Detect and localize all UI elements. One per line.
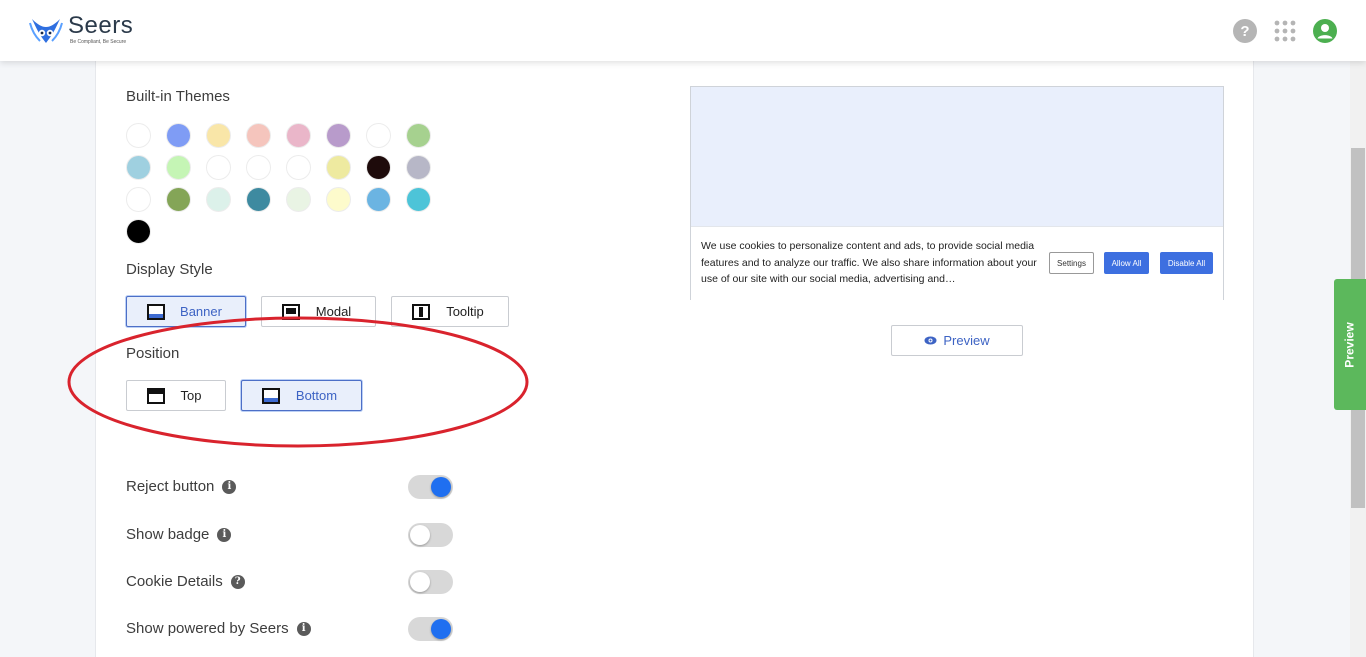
tooltip-option-label: Tooltip (446, 304, 484, 319)
position-top-button[interactable]: Top (126, 380, 226, 411)
theme-swatch[interactable] (406, 123, 431, 148)
side-preview-tab-label: Preview (1343, 321, 1357, 368)
theme-swatch[interactable] (206, 155, 231, 180)
toggle-knob (410, 572, 430, 592)
display-style-tooltip-button[interactable]: Tooltip (391, 296, 509, 327)
theme-swatch[interactable] (166, 187, 191, 212)
theme-swatch[interactable] (286, 187, 311, 212)
show-powered-by-text: Show powered by Seers (126, 620, 289, 637)
seers-logo[interactable]: Seers Be Compliant, Be Secure (28, 13, 133, 49)
display-style-banner-button[interactable]: Banner (126, 296, 246, 327)
info-icon[interactable]: i (217, 527, 232, 542)
reject-button-toggle[interactable] (408, 475, 453, 499)
theme-swatch[interactable] (206, 187, 231, 212)
theme-swatch[interactable] (326, 187, 351, 212)
theme-swatch[interactable] (206, 123, 231, 148)
banner-preview-frame: We use cookies to personalize content an… (690, 86, 1224, 300)
theme-swatch[interactable] (366, 187, 391, 212)
reject-button-text: Reject button (126, 478, 215, 495)
reject-button-label: Reject button i (126, 478, 237, 495)
theme-swatch[interactable] (246, 123, 271, 148)
top-option-label: Top (180, 388, 202, 403)
theme-swatch[interactable] (166, 123, 191, 148)
banner-settings-button[interactable]: Settings (1049, 252, 1094, 274)
theme-swatch[interactable] (246, 155, 271, 180)
theme-swatch[interactable] (126, 155, 151, 180)
display-style-modal-button[interactable]: Modal (261, 296, 376, 327)
toggle-knob (410, 525, 430, 545)
info-icon[interactable]: i (296, 621, 311, 636)
help-icon[interactable]: ? (230, 574, 245, 589)
preview-button[interactable]: Preview (891, 325, 1023, 356)
show-powered-by-label: Show powered by Seers i (126, 620, 311, 637)
brand-name: Seers (68, 12, 134, 39)
toggle-knob (431, 477, 451, 497)
theme-swatch[interactable] (286, 155, 311, 180)
show-badge-toggle[interactable] (408, 523, 453, 547)
built-in-themes-label: Built-in Themes (126, 88, 230, 105)
toggle-knob (431, 619, 451, 639)
preview-button-label: Preview (943, 333, 990, 348)
show-badge-label: Show badge i (126, 526, 232, 543)
show-badge-text: Show badge (126, 526, 210, 543)
top-navbar: Seers Be Compliant, Be Secure ? (0, 0, 1366, 61)
position-label: Position (126, 345, 180, 362)
seers-owl-logo-icon (29, 19, 63, 43)
cookie-details-toggle[interactable] (408, 570, 453, 594)
svg-text:?: ? (1240, 23, 1249, 40)
cookie-details-text: Cookie Details (126, 573, 223, 590)
theme-swatch[interactable] (246, 187, 271, 212)
help-icon[interactable]: ? (1232, 18, 1258, 44)
cookie-banner-preview: We use cookies to personalize content an… (691, 226, 1223, 300)
modal-option-label: Modal (315, 304, 352, 319)
theme-swatch[interactable] (406, 187, 431, 212)
bottom-option-label: Bottom (295, 388, 338, 403)
theme-swatch[interactable] (126, 123, 151, 148)
theme-swatch[interactable] (126, 187, 151, 212)
eye-icon (924, 336, 937, 345)
preview-page-area (691, 87, 1223, 226)
theme-swatch[interactable] (326, 155, 351, 180)
show-powered-by-toggle[interactable] (408, 617, 453, 641)
banner-settings-card: Built-in Themes Display Style Banner Mod… (95, 61, 1254, 657)
banner-option-label: Banner (180, 304, 222, 319)
theme-swatch[interactable] (166, 155, 191, 180)
side-preview-tab[interactable]: Preview (1334, 279, 1366, 410)
theme-swatch[interactable] (366, 155, 391, 180)
theme-swatch[interactable] (286, 123, 311, 148)
brand-tagline: Be Compliant, Be Secure (70, 39, 127, 45)
info-icon[interactable]: i (222, 479, 237, 494)
apps-grid-icon[interactable] (1272, 18, 1298, 44)
banner-allow-all-button[interactable]: Allow All (1104, 252, 1149, 274)
theme-swatch[interactable] (126, 219, 151, 244)
cookie-details-label: Cookie Details ? (126, 573, 245, 590)
user-avatar-icon[interactable] (1312, 18, 1338, 44)
display-style-label: Display Style (126, 261, 213, 278)
position-bottom-button[interactable]: Bottom (241, 380, 362, 411)
cookie-banner-text: We use cookies to personalize content an… (701, 240, 1037, 285)
banner-disable-all-button[interactable]: Disable All (1160, 252, 1213, 274)
theme-swatch[interactable] (366, 123, 391, 148)
theme-swatch[interactable] (406, 155, 431, 180)
theme-swatch[interactable] (326, 123, 351, 148)
